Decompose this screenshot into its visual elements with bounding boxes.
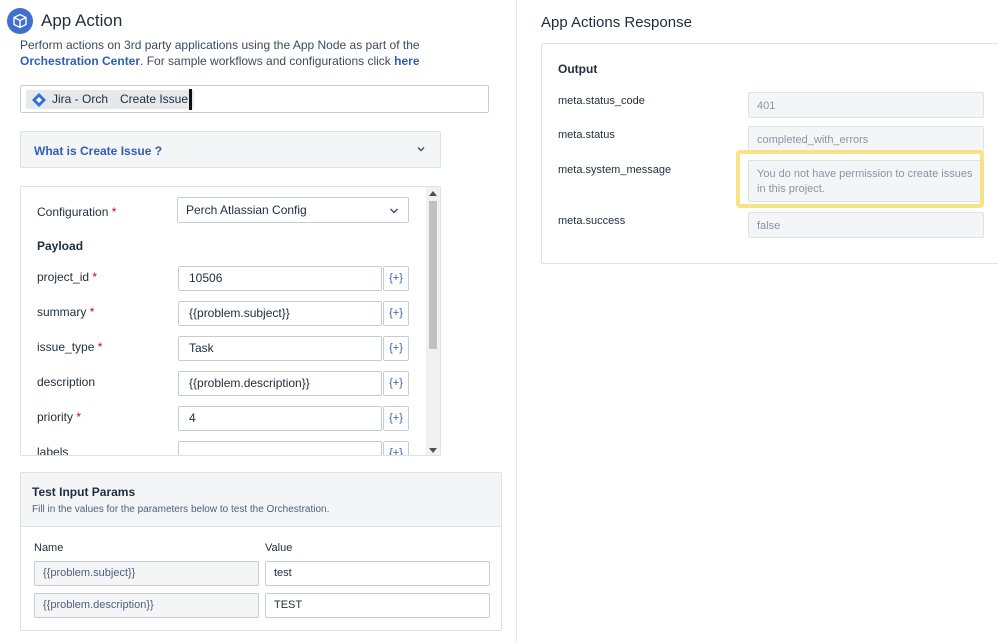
labels-input[interactable]: [178, 441, 382, 455]
page-description: Perform actions on 3rd party application…: [20, 37, 490, 69]
test-params-subtitle: Fill in the values for the parameters be…: [32, 504, 330, 515]
configuration-value: Perch Atlassian Config: [186, 203, 307, 217]
cube-icon: [7, 8, 33, 34]
project-id-variable-button[interactable]: {+}: [383, 266, 409, 291]
test-params-title: Test Input Params: [32, 485, 136, 499]
success-value: false: [748, 212, 984, 238]
priority-input[interactable]: 4: [178, 406, 382, 431]
response-title: App Actions Response: [541, 14, 692, 31]
priority-label: priority *: [37, 410, 82, 424]
success-key: meta.success: [558, 215, 626, 227]
payload-heading: Payload: [37, 239, 84, 253]
configuration-form: Configuration * Perch Atlassian Config P…: [20, 186, 441, 456]
orchestration-center-link[interactable]: Orchestration Center: [20, 54, 140, 68]
description-label: description: [37, 375, 96, 389]
app-chip-label: Jira - Orch: [52, 92, 109, 106]
status-code-value: 401: [748, 92, 984, 118]
value-column-header: Value: [265, 542, 293, 554]
action-chip[interactable]: Create Issue: [114, 90, 195, 109]
app-action-select[interactable]: Jira - Orch Create Issue: [20, 85, 489, 113]
configuration-label: Configuration *: [37, 205, 117, 219]
jira-icon: [32, 93, 46, 107]
scroll-down-icon[interactable]: [429, 448, 437, 453]
app-action-panel: App Action Perform actions on 3rd party …: [0, 0, 516, 642]
highlight-annotation: [736, 150, 984, 208]
description-input[interactable]: {{problem.description}}: [178, 371, 382, 396]
chevron-down-icon: [417, 146, 425, 152]
param-name-cell: {{problem.subject}}: [34, 561, 259, 586]
summary-input[interactable]: {{problem.subject}}: [178, 301, 382, 326]
app-chip[interactable]: Jira - Orch: [26, 90, 115, 109]
configuration-select[interactable]: Perch Atlassian Config: [177, 197, 409, 223]
project-id-input[interactable]: 10506: [178, 266, 382, 291]
summary-label: summary *: [37, 305, 95, 319]
description-text-2: . For sample workflows and configuration…: [140, 54, 395, 68]
status-key: meta.status: [558, 129, 615, 141]
system-message-key: meta.system_message: [558, 164, 672, 176]
project-id-label: project_id *: [37, 270, 98, 284]
form-scrollbar[interactable]: [426, 187, 440, 455]
response-panel: App Actions Response Output meta.status_…: [517, 0, 998, 642]
status-code-key: meta.status_code: [558, 95, 645, 107]
test-params-header: Test Input Params Fill in the values for…: [21, 473, 501, 527]
description-variable-button[interactable]: {+}: [383, 371, 409, 396]
response-output-card: Output meta.status_code 401 meta.status …: [541, 43, 998, 264]
scrollbar-thumb[interactable]: [429, 201, 437, 349]
labels-variable-button[interactable]: {+}: [383, 441, 409, 455]
summary-variable-button[interactable]: {+}: [383, 301, 409, 326]
accordion-label: What is Create Issue ?: [34, 144, 163, 158]
param-name-cell: {{problem.description}}: [34, 593, 259, 618]
test-input-params-panel: Test Input Params Fill in the values for…: [20, 472, 502, 631]
issue-type-label: issue_type *: [37, 340, 103, 354]
text-cursor: [189, 89, 192, 110]
scroll-up-icon[interactable]: [429, 191, 437, 196]
description-text: Perform actions on 3rd party application…: [20, 38, 420, 52]
param-value-input[interactable]: test: [265, 561, 490, 586]
output-heading: Output: [558, 62, 598, 76]
what-is-accordion[interactable]: What is Create Issue ?: [20, 131, 441, 168]
priority-variable-button[interactable]: {+}: [383, 406, 409, 431]
issue-type-variable-button[interactable]: {+}: [383, 336, 409, 361]
name-column-header: Name: [34, 542, 64, 554]
chevron-down-icon: [389, 208, 399, 214]
param-value-input[interactable]: TEST: [265, 593, 490, 618]
labels-label: labels: [37, 445, 69, 456]
issue-type-input[interactable]: Task: [178, 336, 382, 361]
page-title: App Action: [41, 11, 123, 30]
status-value: completed_with_errors: [748, 126, 984, 152]
here-link[interactable]: here: [394, 54, 419, 68]
